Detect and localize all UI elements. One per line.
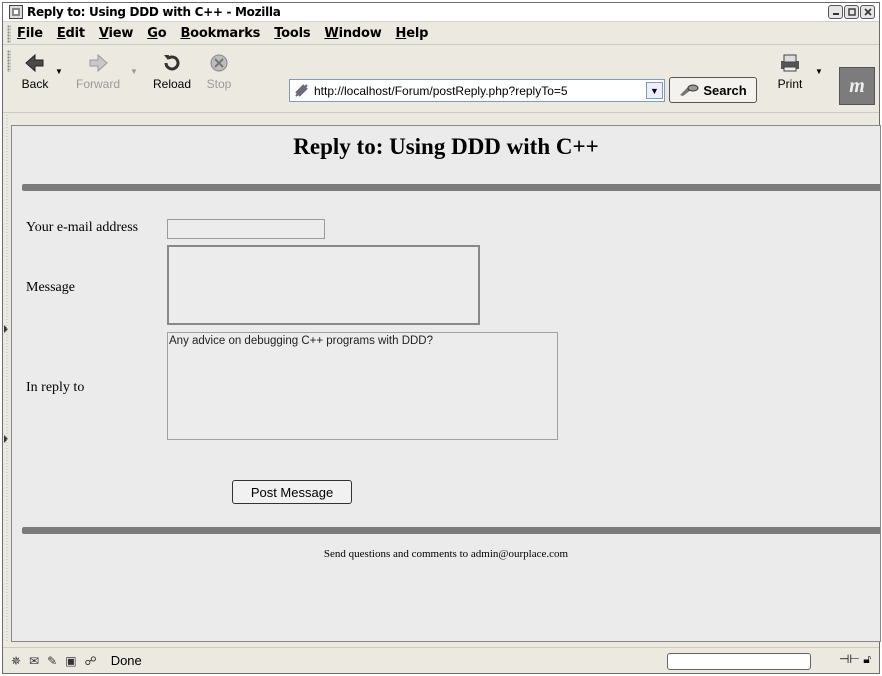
- menu-view[interactable]: View: [99, 26, 134, 41]
- menu-window[interactable]: Window: [324, 26, 381, 41]
- search-icon: [680, 84, 699, 96]
- stop-icon: [210, 54, 228, 72]
- menu-tools[interactable]: Tools: [274, 26, 310, 41]
- mail-icon[interactable]: ✉: [29, 654, 39, 668]
- window-controls: [828, 5, 875, 19]
- footer-contact-text: Send questions and comments to admin@our…: [323, 548, 569, 560]
- close-icon: [863, 8, 872, 16]
- search-label: Search: [703, 82, 747, 98]
- printer-icon: [781, 54, 799, 72]
- forward-dropdown-arrow[interactable]: ▼: [130, 67, 138, 76]
- toolbar-grip-handle[interactable]: [7, 50, 11, 72]
- reload-label: Reload: [152, 77, 192, 91]
- browser-window: Reply to: Using DDD with C++ - Mozilla F…: [2, 2, 881, 674]
- menu-edit[interactable]: Edit: [57, 26, 85, 41]
- message-label: Message: [26, 280, 75, 295]
- close-button[interactable]: [860, 5, 875, 19]
- menu-bar: File Edit View Go Bookmarks Tools Window…: [3, 23, 879, 45]
- menu-file[interactable]: File: [17, 26, 43, 41]
- composer-icon[interactable]: ✎: [47, 654, 57, 668]
- minimize-button[interactable]: [828, 5, 843, 19]
- back-button[interactable]: Back: [17, 52, 53, 91]
- email-label: Your e-mail address: [26, 220, 139, 235]
- search-button[interactable]: Search: [669, 77, 757, 103]
- maximize-icon: [847, 8, 856, 16]
- address-book-icon[interactable]: ▣: [65, 654, 76, 668]
- back-arrow-icon: [25, 53, 44, 73]
- forward-button[interactable]: Forward: [69, 52, 127, 91]
- menu-help[interactable]: Help: [396, 26, 429, 41]
- mozilla-logo-throbber[interactable]: m: [839, 67, 875, 105]
- reload-button[interactable]: Reload: [147, 52, 197, 91]
- status-bar: ✵ ✉ ✎ ▣ ☍ Done ⊣⊢ 🔓︎: [3, 647, 879, 673]
- stop-button[interactable]: Stop: [201, 52, 237, 91]
- menu-grip-handle[interactable]: [7, 24, 11, 43]
- window-title: Reply to: Using DDD with C++ - Mozilla: [27, 5, 281, 19]
- sidebar-splitter-arrows-icon: [4, 115, 8, 642]
- print-button[interactable]: Print: [773, 52, 807, 91]
- maximize-button[interactable]: [844, 5, 859, 19]
- title-bar: Reply to: Using DDD with C++ - Mozilla: [3, 3, 879, 22]
- page-proxy-icon: [295, 83, 308, 97]
- url-dropdown-button[interactable]: ▼: [646, 82, 663, 99]
- top-horizontal-rule: [22, 184, 880, 191]
- url-text: http://localhost/Forum/postReply.php?rep…: [314, 83, 568, 98]
- status-text: Done: [110, 653, 142, 668]
- menu-bookmarks[interactable]: Bookmarks: [180, 26, 260, 41]
- reply-to-label: In reply to: [26, 380, 85, 395]
- print-label: Print: [777, 77, 803, 91]
- reload-icon: [164, 55, 180, 71]
- bottom-horizontal-rule: [22, 527, 880, 534]
- forward-arrow-icon: [89, 53, 108, 73]
- post-message-button[interactable]: Post Message: [232, 480, 352, 504]
- navigator-icon[interactable]: ✵: [11, 654, 21, 668]
- sidebar-splitter[interactable]: [3, 115, 11, 642]
- back-label: Back: [21, 77, 49, 91]
- irc-chat-icon[interactable]: ☍: [85, 654, 97, 668]
- page-content: Reply to: Using DDD with C++ Your e-mail…: [11, 125, 881, 642]
- security-lock-icon[interactable]: ⊣⊢ 🔓︎: [839, 652, 871, 667]
- email-field[interactable]: [167, 219, 325, 239]
- back-dropdown-arrow[interactable]: ▼: [55, 67, 63, 76]
- chevron-down-icon: ▼: [650, 85, 659, 96]
- reply-to-textarea[interactable]: Any advice on debugging C++ programs wit…: [167, 332, 558, 440]
- message-textarea[interactable]: [167, 245, 480, 325]
- stop-label: Stop: [206, 77, 232, 91]
- menu-go[interactable]: Go: [147, 26, 166, 41]
- mozilla-app-icon: [9, 5, 23, 19]
- minimize-icon: [832, 13, 839, 15]
- print-dropdown-arrow[interactable]: ▼: [815, 67, 823, 76]
- page-heading: Reply to: Using DDD with C++: [293, 134, 599, 159]
- url-field[interactable]: http://localhost/Forum/postReply.php?rep…: [289, 79, 665, 102]
- progress-meter: [667, 653, 811, 670]
- forward-label: Forward: [75, 77, 120, 91]
